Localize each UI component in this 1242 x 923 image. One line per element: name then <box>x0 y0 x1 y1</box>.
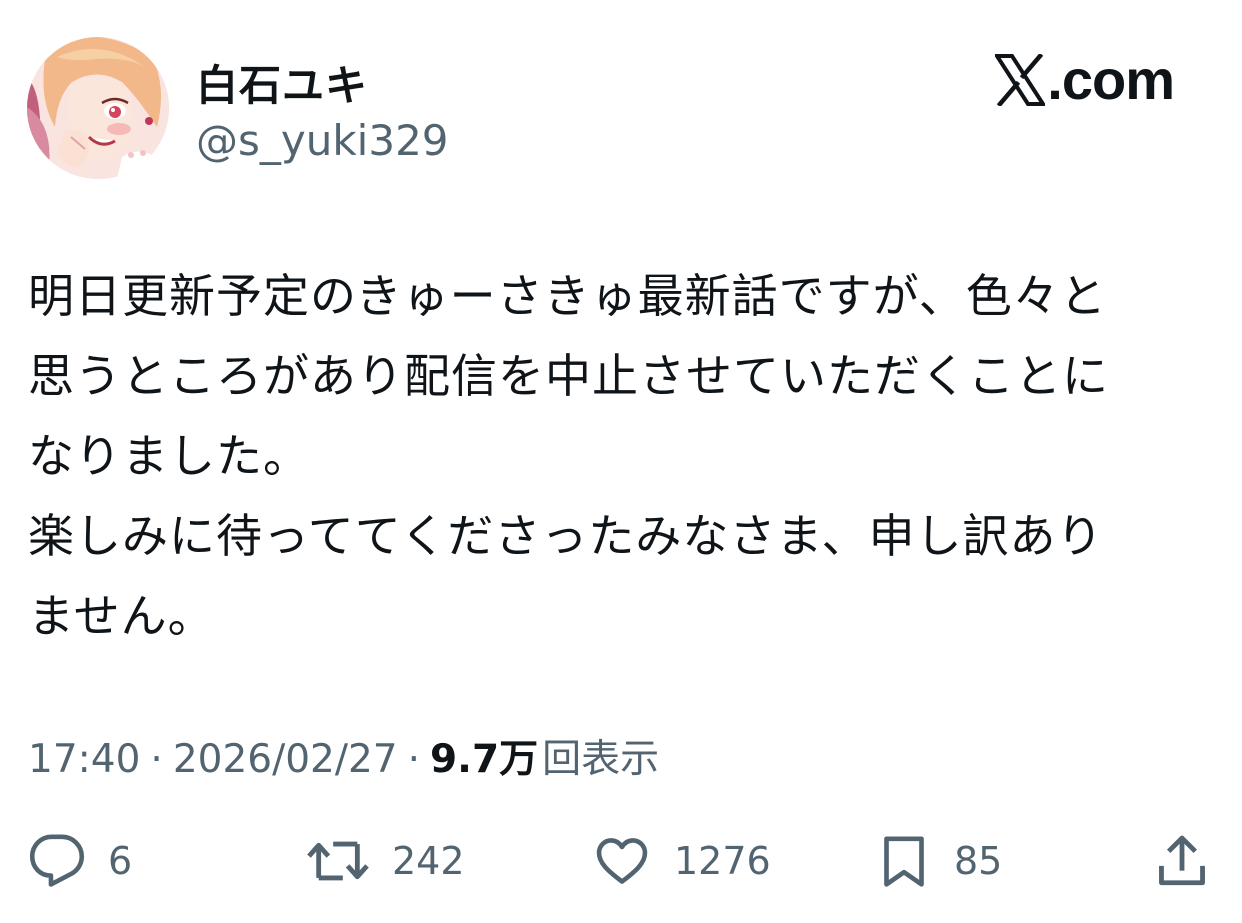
brand-x-com: .com <box>995 48 1175 111</box>
meta-separator: · <box>407 737 421 782</box>
brand-domain-text: .com <box>1047 48 1175 111</box>
tweet-text-line: 楽しみに待っててくださったみなさま、申し訳あり <box>28 509 1104 563</box>
like-button[interactable]: 1276 <box>592 826 771 896</box>
tweet-text-line: 明日更新予定のきゅーさきゅ最新話ですが、色々と <box>28 269 1107 323</box>
author-handle[interactable]: @s_yuki329 <box>196 116 449 165</box>
reply-button[interactable]: 6 <box>28 826 132 896</box>
tweet-text-line: ません。 <box>28 589 215 643</box>
author-display-name[interactable]: 白石ユキ <box>196 52 368 113</box>
tweet-meta: 17:40 · 2026/02/27 · 9.7万 回表示 <box>28 728 659 784</box>
views-count[interactable]: 9.7万 <box>430 728 538 784</box>
tweet-text-line: 思うところがあり配信を中止させていただくことに <box>28 349 1109 403</box>
bookmark-icon <box>884 836 924 887</box>
x-logo-icon <box>995 54 1046 106</box>
tweet-date[interactable]: 2026/02/27 <box>173 737 398 782</box>
avatar-illustration <box>27 37 169 179</box>
meta-separator: · <box>150 737 163 782</box>
repost-button[interactable]: 242 <box>306 826 465 896</box>
tweet-text: 明日更新予定のきゅーさきゅ最新話ですが、色々と 思うところがあり配信を中止させて… <box>28 256 1218 656</box>
repost-count: 242 <box>392 839 465 883</box>
bookmark-button[interactable]: 85 <box>876 826 1002 896</box>
heart-icon <box>596 838 648 884</box>
views-label: 回表示 <box>542 737 660 782</box>
repost-icon <box>307 841 369 881</box>
like-count: 1276 <box>674 839 771 883</box>
avatar[interactable] <box>27 37 169 179</box>
bookmark-count: 85 <box>954 839 1003 883</box>
tweet-text-line: なりました。 <box>28 429 310 483</box>
share-icon <box>1159 835 1205 886</box>
reply-icon <box>29 834 85 887</box>
reply-count: 6 <box>108 839 133 883</box>
tweet-time[interactable]: 17:40 <box>28 737 140 782</box>
share-button[interactable] <box>1153 826 1211 896</box>
tweet-actions: 6 242 1276 85 <box>0 826 1242 896</box>
